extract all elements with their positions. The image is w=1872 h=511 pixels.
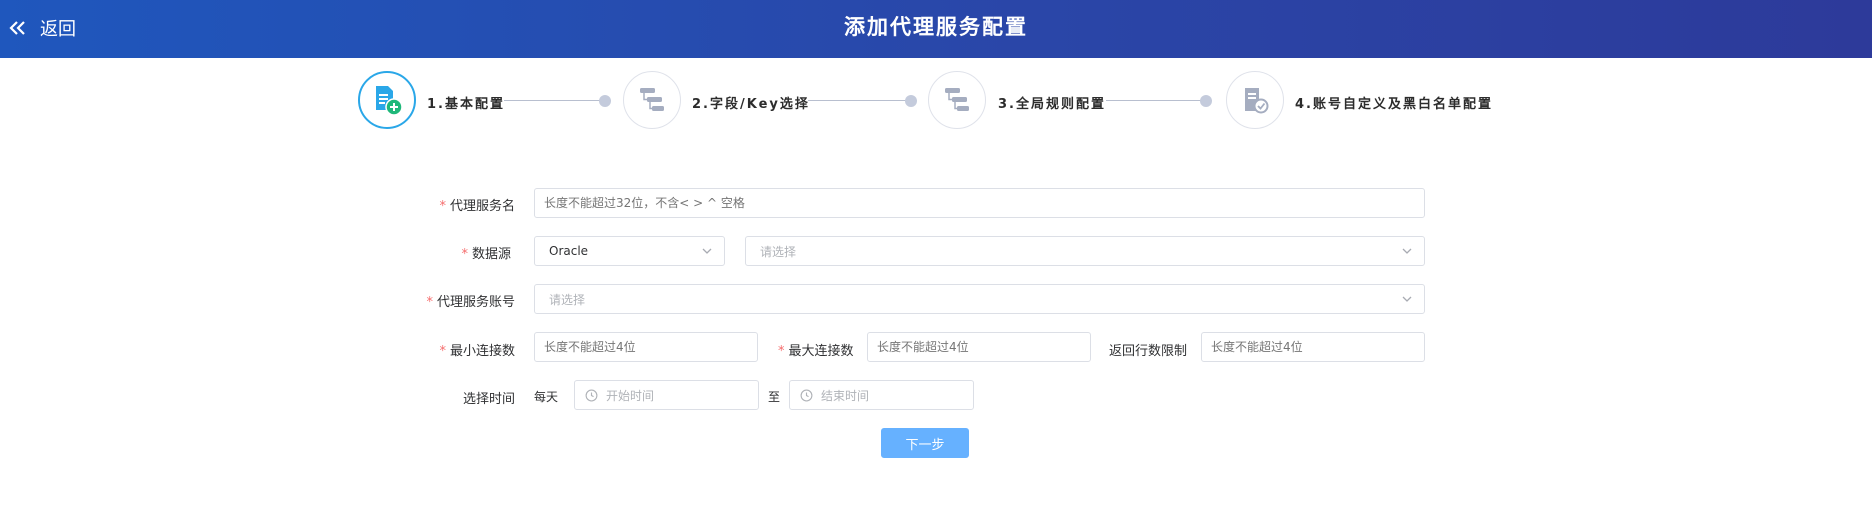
min-conn-field[interactable] [534, 332, 758, 362]
proxy-name-input[interactable] [535, 189, 1424, 217]
step-3-circle [928, 71, 986, 129]
document-add-icon [376, 86, 403, 116]
min-conn-input[interactable] [535, 333, 757, 361]
max-conn-field[interactable] [867, 332, 1091, 362]
next-step-button[interactable]: 下一步 [881, 428, 969, 458]
step-connector [504, 100, 600, 101]
step-connector [808, 100, 906, 101]
top-header: 返回 添加代理服务配置 [0, 0, 1872, 58]
step-1-circle [358, 71, 416, 129]
time-label: 选择时间 [462, 392, 515, 407]
max-conn-input[interactable] [868, 333, 1090, 361]
chevron-down-icon [702, 248, 712, 254]
start-time-placeholder: 开始时间 [606, 388, 655, 403]
chevron-down-icon [1402, 296, 1412, 302]
start-time-picker[interactable]: 开始时间 [574, 380, 759, 410]
min-conn-label: * 最小连接数 [439, 344, 515, 359]
tree-structure-icon [945, 88, 969, 111]
row-limit-field[interactable] [1201, 332, 1425, 362]
end-time-picker[interactable]: 结束时间 [789, 380, 974, 410]
max-conn-label: * 最大连接数 [778, 344, 854, 359]
document-check-icon [1245, 88, 1269, 114]
step-dot [1200, 95, 1212, 107]
datasource-placeholder: 请选择 [760, 244, 797, 259]
page-title: 添加代理服务配置 [844, 15, 1028, 39]
datasource-select[interactable]: 请选择 [745, 236, 1425, 266]
step-4-label: 4.账号自定义及黑白名单配置 [1295, 97, 1493, 112]
datasource-label: * 数据源 [461, 247, 511, 262]
required-mark: * [461, 247, 468, 262]
step-3-label: 3.全局规则配置 [998, 97, 1106, 112]
proxy-account-label: * 代理服务账号 [426, 295, 515, 310]
clock-icon [800, 389, 813, 401]
proxy-account-placeholder: 请选择 [549, 292, 586, 307]
row-limit-label: 返回行数限制 [1109, 344, 1188, 359]
required-mark: * [778, 344, 785, 359]
step-2-label: 2.字段/Key选择 [692, 97, 810, 112]
datasource-type-select[interactable]: Oracle [534, 236, 725, 266]
step-4-circle [1226, 71, 1284, 129]
step-dot [599, 95, 611, 107]
proxy-name-field[interactable] [534, 188, 1425, 218]
proxy-name-label: * 代理服务名 [439, 199, 515, 214]
chevron-down-icon [1402, 248, 1412, 254]
proxy-account-select[interactable]: 请选择 [534, 284, 1425, 314]
datasource-type-value: Oracle [549, 244, 589, 258]
step-dot [905, 95, 917, 107]
tree-structure-icon [640, 88, 664, 111]
step-connector [1106, 100, 1204, 101]
time-separator: 至 [768, 390, 781, 404]
end-time-placeholder: 结束时间 [821, 388, 870, 403]
daily-label: 每天 [534, 390, 559, 404]
required-mark: * [426, 295, 433, 310]
step-2-circle [623, 71, 681, 129]
step-1-label: 1.基本配置 [427, 97, 505, 112]
row-limit-input[interactable] [1202, 333, 1424, 361]
step-progress: 1.基本配置 2.字段/Key选择 3.全局规则配置 4.账号自定义及黑白名单配… [0, 71, 1872, 131]
required-mark: * [439, 199, 446, 214]
required-mark: * [439, 344, 446, 359]
clock-icon [585, 389, 598, 401]
